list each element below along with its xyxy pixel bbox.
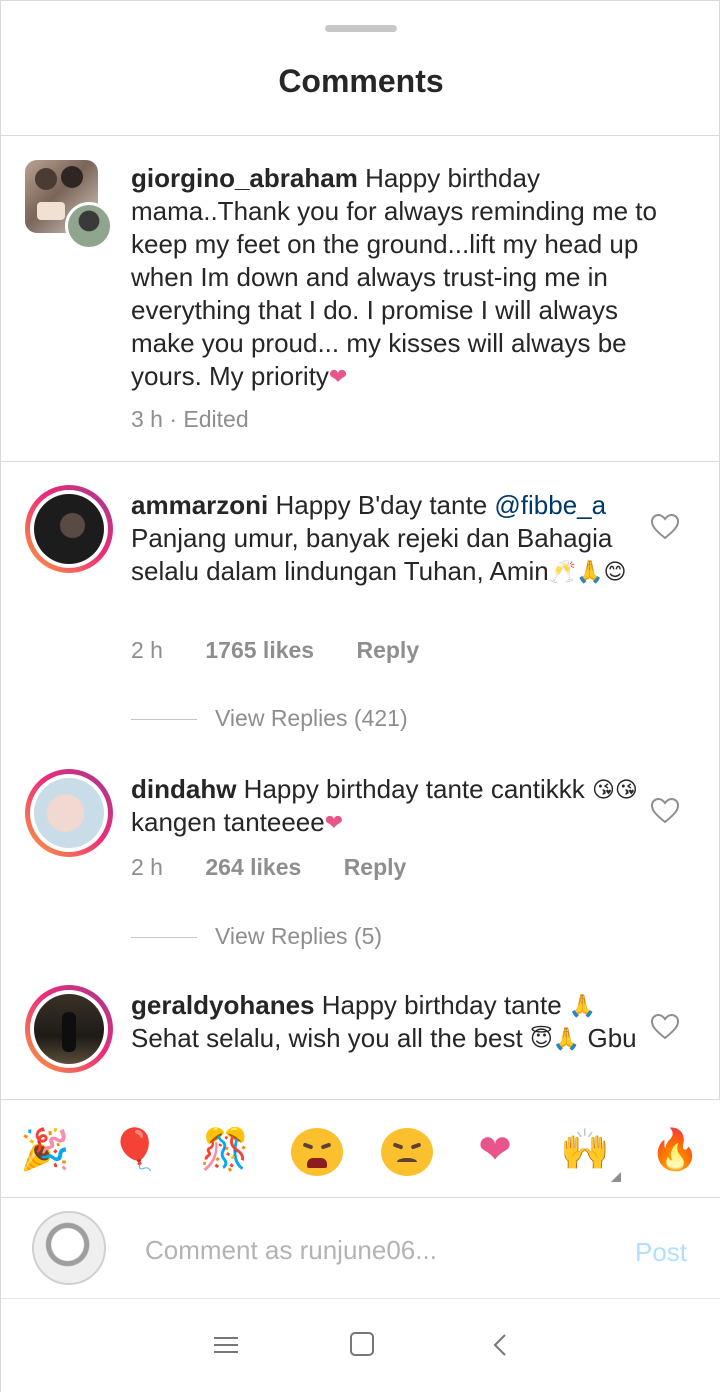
view-replies-label: View Replies (5) <box>215 923 383 949</box>
like-heart-icon[interactable] <box>651 798 679 824</box>
heart-emoji: ❤ <box>328 365 348 391</box>
comments-sheet: Comments giorgino_abraham Happy birthday… <box>0 0 720 1392</box>
heart-emoji-button[interactable]: ❤ <box>467 1124 523 1176</box>
back-chevron-icon[interactable] <box>491 1333 511 1357</box>
replies-divider-line <box>131 937 197 939</box>
pray-emoji: 🙏 <box>568 994 597 1020</box>
post-caption: giorgino_abraham Happy birthday mama..Th… <box>1 136 720 462</box>
fire-emoji-button[interactable]: 🔥 <box>647 1124 703 1176</box>
reply-button[interactable]: Reply <box>344 854 407 881</box>
reply-button[interactable]: Reply <box>356 637 419 664</box>
raised-hands-emoji-button[interactable]: 🙌 <box>557 1124 613 1176</box>
comment-body-cont: Sehat selalu, wish you all the best <box>131 1023 523 1053</box>
balloon-emoji-button[interactable]: 🎈 <box>107 1124 163 1176</box>
comment-text: dindahw Happy birthday tante cantikkk 😘😘… <box>131 773 641 839</box>
caption-divider <box>1 461 720 462</box>
view-replies-button[interactable]: View Replies (5) <box>131 923 382 950</box>
avatar <box>34 778 104 848</box>
comment-body-cont: kangen tanteeee <box>131 807 325 837</box>
likes-count[interactable]: 264 likes <box>205 854 301 881</box>
avatar <box>34 494 104 564</box>
tired-face-emoji-button[interactable] <box>291 1128 343 1176</box>
comment-body: Happy B'day tante <box>275 490 488 520</box>
system-nav-bar <box>1 1298 720 1392</box>
story-ring-avatar[interactable] <box>25 985 113 1073</box>
view-replies-label: View Replies (421) <box>215 705 408 731</box>
caption-username[interactable]: giorgino_abraham <box>131 163 358 193</box>
comment-time: 2 h <box>131 854 163 880</box>
view-replies-button[interactable]: View Replies (421) <box>131 705 408 732</box>
page-title: Comments <box>278 63 444 99</box>
comment-meta: 2 h 1765 likes Reply <box>131 637 419 664</box>
like-heart-icon[interactable] <box>651 514 679 540</box>
comment-text: ammarzoni Happy B'day tante @fibbe_a Pan… <box>131 489 641 588</box>
kiss-emojis: 😘😘 <box>591 778 638 804</box>
caption-meta: 3 h · Edited <box>131 406 249 432</box>
replies-divider-line <box>131 719 197 721</box>
comment-username[interactable]: ammarzoni <box>131 490 268 520</box>
recents-menu-icon[interactable] <box>214 1335 238 1355</box>
story-ring-avatar[interactable] <box>25 485 113 573</box>
comment-meta: 2 h 264 likes Reply <box>131 854 406 881</box>
home-square-icon[interactable] <box>350 1332 374 1356</box>
comment-body: Happy birthday tante cantikkk <box>243 774 585 804</box>
tagged-user-avatar[interactable] <box>65 202 113 250</box>
confetti-emoji-button[interactable]: 🎊 <box>197 1124 253 1176</box>
skin-tone-indicator-icon <box>611 1172 621 1182</box>
likes-count[interactable]: 1765 likes <box>205 637 314 664</box>
mention-link[interactable]: @fibbe_a <box>494 490 606 520</box>
avatar <box>34 994 104 1064</box>
comment-text: geraldyohanes Happy birthday tante 🙏 Seh… <box>131 989 641 1055</box>
comment-body-end: Gbu <box>587 1023 637 1053</box>
comment-username[interactable]: dindahw <box>131 774 236 804</box>
comment-input[interactable] <box>145 1230 605 1270</box>
comment-username[interactable]: geraldyohanes <box>131 990 315 1020</box>
current-user-avatar <box>32 1211 106 1285</box>
post-button[interactable]: Post <box>621 1234 701 1270</box>
like-heart-icon[interactable] <box>651 1014 679 1040</box>
persevering-face-emoji-button[interactable] <box>381 1128 433 1176</box>
caption-body: Happy birthday mama..Thank you for alway… <box>131 163 657 391</box>
drag-handle[interactable] <box>325 25 397 32</box>
comment-time: 2 h <box>131 637 163 663</box>
story-ring-avatar[interactable] <box>25 769 113 857</box>
comment-composer: Post <box>1 1197 720 1298</box>
comment-body-cont: Panjang umur, banyak rejeki dan Bahagia … <box>131 523 613 586</box>
emoji-quick-bar: 🎉 🎈 🎊 ❤ 🙌 🔥 <box>1 1099 720 1197</box>
comment-emojis: 🥂🙏😊 <box>548 560 627 586</box>
caption-text: giorgino_abraham Happy birthday mama..Th… <box>131 162 671 393</box>
comment-body: Happy birthday tante <box>321 990 562 1020</box>
heart-emoji: ❤ <box>324 811 344 837</box>
party-popper-emoji-button[interactable]: 🎉 <box>17 1124 73 1176</box>
angel-pray-emojis: 😇🙏 <box>529 1027 581 1053</box>
